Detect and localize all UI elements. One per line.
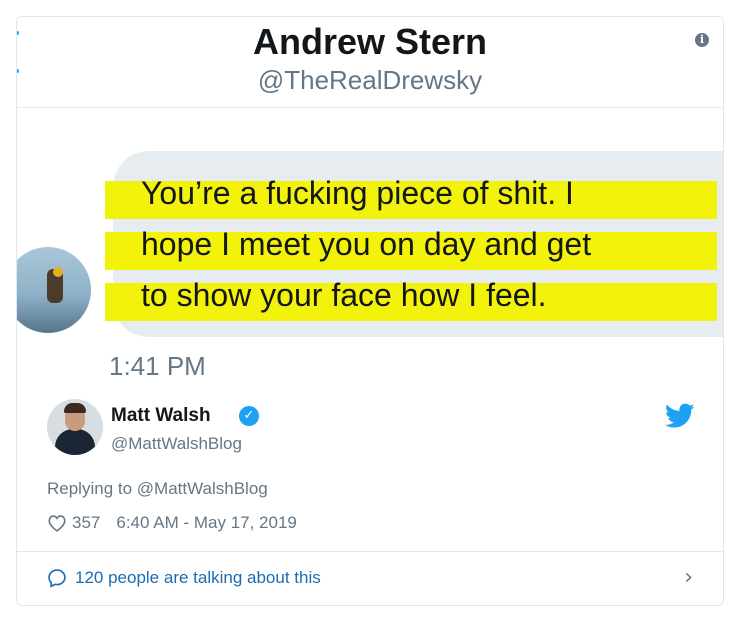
talking-link[interactable]: 120 people are talking about this <box>75 568 321 588</box>
chevron-right-icon[interactable]: › <box>684 565 693 590</box>
like-count[interactable]: 357 <box>72 513 100 533</box>
author-avatar[interactable] <box>47 399 103 455</box>
verified-badge-icon: ✓ <box>239 406 259 426</box>
message-line: hope I meet you on day and get <box>141 226 592 262</box>
sender-avatar <box>17 247 91 333</box>
heart-icon[interactable] <box>47 514 67 532</box>
speech-bubble-icon <box>48 569 66 588</box>
dm-contact-name: Andrew Stern <box>252 21 488 62</box>
author-name[interactable]: Matt Walsh <box>111 405 211 427</box>
message-line: to show your face how I feel. <box>141 277 547 313</box>
replying-to-link[interactable]: @MattWalshBlog <box>137 479 268 498</box>
dm-header: Andrew Stern @TheRealDrewsky i <box>17 17 723 108</box>
avatar-hair <box>64 403 86 413</box>
avatar-figure-detail <box>53 267 63 277</box>
tweet-timestamp[interactable]: 6:40 AM - May 17, 2019 <box>116 513 297 533</box>
replying-prefix: Replying to <box>47 479 133 498</box>
message-time: 1:41 PM <box>109 351 206 381</box>
dm-contact-handle: @TheRealDrewsky <box>257 65 483 95</box>
twitter-bird-icon[interactable] <box>665 403 695 429</box>
embedded-tweet-card: Andrew Stern @TheRealDrewsky i You’re a … <box>16 16 724 606</box>
avatar-suit <box>55 429 95 455</box>
replying-to: Replying to @MattWalshBlog <box>47 479 268 499</box>
author-handle[interactable]: @MattWalshBlog <box>111 434 242 454</box>
message-line: You’re a fucking piece of shit. I <box>141 175 574 211</box>
conversation-footer[interactable]: 120 people are talking about this › <box>17 551 723 605</box>
dm-screenshot: Andrew Stern @TheRealDrewsky i You’re a … <box>17 17 723 383</box>
info-icon[interactable]: i <box>695 33 709 47</box>
tweet-meta: 357 6:40 AM - May 17, 2019 <box>47 513 297 533</box>
